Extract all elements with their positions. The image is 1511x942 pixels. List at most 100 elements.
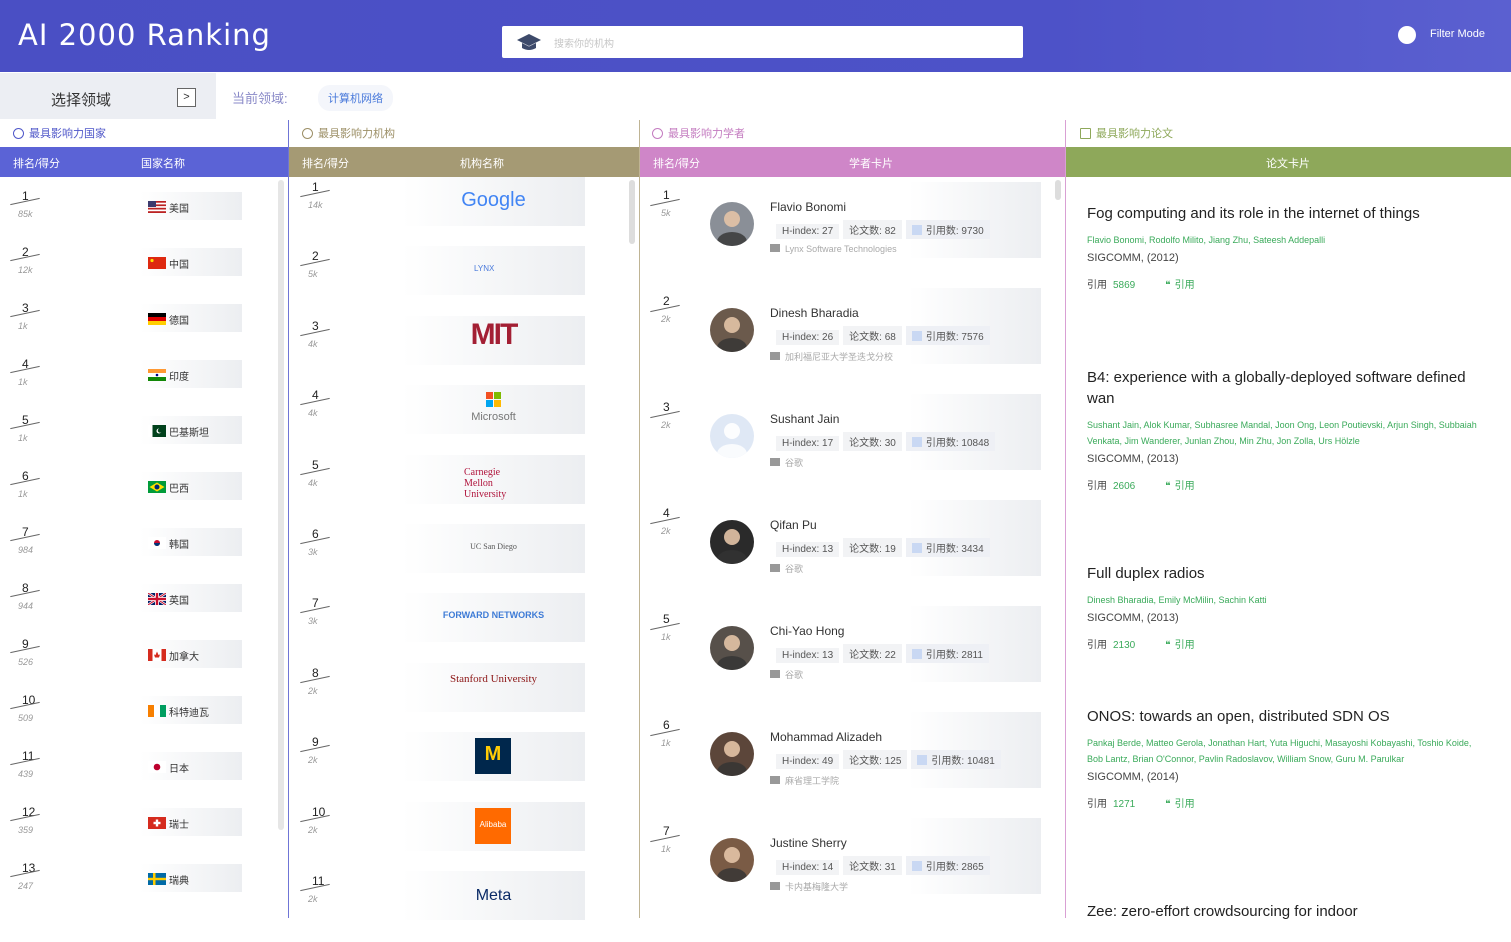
scholar-name[interactable]: Chi-Yao Hong [770, 624, 844, 638]
country-card[interactable]: 瑞典 [140, 864, 242, 892]
paper-authors[interactable]: Flavio Bonomi, Rodolfo Milito, Jiang Zhu… [1087, 232, 1482, 248]
cite-button[interactable]: ❝ 引用 [1165, 481, 1194, 492]
institutions-section-title: 最具影响力机构 [302, 121, 395, 145]
country-row[interactable]: 11 439 日本 [0, 747, 270, 803]
scholar-name[interactable]: Flavio Bonomi [770, 200, 846, 214]
paper-authors[interactable]: Dinesh Bharadia, Emily McMilin, Sachin K… [1087, 592, 1482, 608]
paper-card[interactable]: Zee: zero-effort crowdsourcing for indoo… [1087, 901, 1482, 922]
institution-row[interactable]: 11 2k Meta [290, 871, 600, 942]
institution-row[interactable]: 6 3k UC San Diego [290, 524, 600, 595]
institution-card[interactable]: Stanford University [402, 662, 585, 712]
paper-card[interactable]: ONOS: towards an open, distributed SDN O… [1087, 706, 1482, 810]
country-name: 瑞典 [169, 876, 189, 887]
institution-row[interactable]: 9 2k M [290, 732, 600, 803]
citation-count: 5869 [1113, 280, 1136, 291]
institution-card[interactable]: Carnegie Mellon University [402, 454, 585, 504]
h-index-label: H-index: [782, 862, 823, 873]
country-card[interactable]: 韩国 [140, 528, 242, 556]
filter-mode-toggle[interactable] [1398, 26, 1416, 44]
scholar-card[interactable]: Dinesh Bharadia H-index: 26 论文数: 68 引用数: 75… [710, 288, 1041, 364]
affiliation-text: 麻省理工学院 [785, 776, 840, 786]
paper-title[interactable]: Fog computing and its role in the intern… [1087, 203, 1482, 224]
scholar-card[interactable]: Qifan Pu H-index: 13 论文数: 19 引用数: 3434 谷歌 [710, 500, 1041, 576]
country-row[interactable]: 3 1k 德国 [0, 299, 270, 355]
institution-row[interactable]: 1 14k Google [290, 177, 600, 248]
paper-card[interactable]: B4: experience with a globally-deployed … [1087, 367, 1482, 492]
country-card[interactable]: 中国 [140, 248, 242, 276]
institutions-scrollbar[interactable] [629, 180, 635, 244]
country-card[interactable]: 印度 [140, 360, 242, 388]
country-row[interactable]: 1 85k 美国 [0, 187, 270, 243]
institution-row[interactable]: 7 3k FORWARD NETWORKS [290, 593, 600, 664]
microsoft-square [494, 392, 501, 400]
cite-button[interactable]: ❝ 引用 [1165, 640, 1194, 651]
cite-button[interactable]: ❝ 引用 [1165, 280, 1194, 291]
country-card[interactable]: 英国 [140, 584, 242, 612]
institution-card[interactable]: Google [402, 177, 585, 226]
country-row[interactable]: 12 359 瑞士 [0, 803, 270, 859]
country-row[interactable]: 7 984 韩国 [0, 523, 270, 579]
institution-card[interactable]: MIT [402, 315, 585, 365]
institution-card[interactable]: M [402, 732, 585, 782]
countries-scrollbar[interactable] [278, 180, 284, 830]
country-row[interactable]: 8 944 英国 [0, 579, 270, 635]
citation-count-badge: 引用数: 7576 [905, 326, 990, 345]
country-row[interactable]: 6 1k 巴西 [0, 467, 270, 523]
institution-row[interactable]: 5 4k Carnegie Mellon University [290, 454, 600, 526]
paper-card[interactable]: Full duplex radios Dinesh Bharadia, Emily… [1087, 563, 1482, 651]
institution-row[interactable]: 8 2k Stanford University [290, 662, 600, 734]
institution-row[interactable]: 4 4k Microsoft [290, 385, 600, 456]
paper-title[interactable]: Zee: zero-effort crowdsourcing for indoo… [1087, 901, 1482, 922]
country-card[interactable]: 日本 [140, 752, 242, 780]
quote-icon [911, 543, 922, 553]
field-expand-button[interactable]: > [177, 88, 196, 107]
scholar-card[interactable]: Justine Sherry H-index: 14 论文数: 31 引用数: 286… [710, 818, 1041, 894]
institution-card[interactable]: FORWARD NETWORKS [402, 593, 585, 643]
country-row[interactable]: 2 12k 中国 [0, 243, 270, 299]
current-field-tag[interactable]: 计算机网络 [318, 85, 393, 111]
scholars-scrollbar[interactable] [1055, 180, 1061, 200]
country-row[interactable]: 10 509 科特迪瓦 [0, 691, 270, 747]
institution-card[interactable]: LYNX [402, 246, 585, 296]
country-card[interactable]: 加拿大 [140, 640, 242, 668]
country-row[interactable]: 9 526 加拿大 [0, 635, 270, 691]
scholar-rank: 6 [663, 718, 670, 732]
scholar-name[interactable]: Sushant Jain [770, 412, 839, 426]
country-card[interactable]: 科特迪瓦 [140, 696, 242, 724]
paper-count-badge: 论文数: 30 [843, 432, 902, 451]
paper-authors[interactable]: Pankaj Berde, Matteo Gerola, Jonathan Ha… [1087, 735, 1482, 767]
paper-title[interactable]: B4: experience with a globally-deployed … [1087, 367, 1482, 409]
search-input[interactable]: 搜索你的机构 [502, 26, 1023, 58]
paper-title[interactable]: Full duplex radios [1087, 563, 1482, 584]
scholar-card[interactable]: Sushant Jain H-index: 17 论文数: 30 引用数: 10848… [710, 394, 1041, 470]
institution-card[interactable]: Microsoft [402, 385, 585, 435]
country-card[interactable]: 瑞士 [140, 808, 242, 836]
institution-card[interactable]: UC San Diego [402, 524, 585, 573]
h-index-label: H-index: [782, 756, 823, 767]
scholar-card[interactable]: Flavio Bonomi H-index: 27 论文数: 82 引用数: 9730… [710, 182, 1041, 258]
country-card[interactable]: 美国 [140, 192, 242, 220]
country-row[interactable]: 13 247 瑞典 [0, 859, 270, 915]
institution-card[interactable]: Alibaba [402, 801, 585, 851]
institution-card[interactable]: Meta [402, 871, 585, 920]
country-card[interactable]: 巴西 [140, 472, 242, 500]
country-card[interactable]: 德国 [140, 304, 242, 332]
institution-row[interactable]: 3 4k MIT [290, 315, 600, 387]
cite-button[interactable]: ❝ 引用 [1165, 799, 1194, 810]
scholar-card[interactable]: Chi-Yao Hong H-index: 13 论文数: 22 引用数: 2811 谷… [710, 606, 1041, 682]
country-card[interactable]: 巴基斯坦 [140, 416, 242, 444]
scholar-card[interactable]: Mohammad Alizadeh H-index: 49 论文数: 125 引用数:… [710, 712, 1041, 788]
scholar-name[interactable]: Mohammad Alizadeh [770, 730, 882, 744]
institution-row[interactable]: 10 2k Alibaba [290, 801, 600, 873]
scholar-name[interactable]: Qifan Pu [770, 518, 817, 532]
paper-title[interactable]: ONOS: towards an open, distributed SDN O… [1087, 706, 1482, 727]
paper-card[interactable]: Fog computing and its role in the intern… [1087, 203, 1482, 291]
country-score: 12k [18, 265, 33, 275]
scholar-name[interactable]: Justine Sherry [770, 836, 847, 850]
institution-row[interactable]: 2 5k LYNX [290, 246, 600, 317]
country-row[interactable]: 4 1k 印度 [0, 355, 270, 411]
scholar-name[interactable]: Dinesh Bharadia [770, 306, 859, 320]
paper-authors[interactable]: Sushant Jain, Alok Kumar, Subhasree Mand… [1087, 417, 1482, 449]
building-icon [770, 882, 780, 890]
country-row[interactable]: 5 1k 巴基斯坦 [0, 411, 270, 467]
